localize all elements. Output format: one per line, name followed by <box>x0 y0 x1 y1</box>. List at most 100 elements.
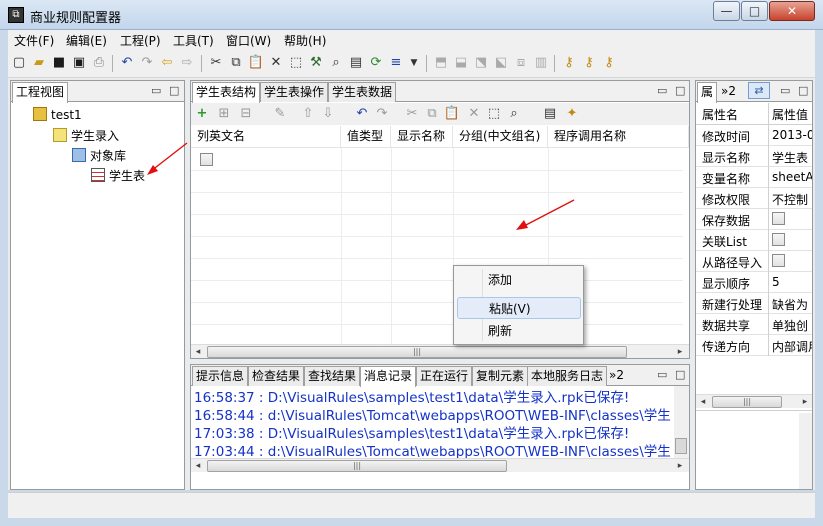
app-logo-icon[interactable]: ⧉ <box>8 7 24 23</box>
scroll-thumb[interactable] <box>675 438 687 454</box>
prop-row[interactable]: 关联List <box>696 230 812 251</box>
undo-icon[interactable]: ↶ <box>118 54 136 72</box>
tab-overflow[interactable]: »2 <box>606 366 627 386</box>
menu-edit[interactable]: 编辑(E) <box>66 32 107 49</box>
tab-copy-elements[interactable]: 复制元素 <box>472 366 529 386</box>
scroll-left-icon[interactable]: ◂ <box>696 395 710 409</box>
refresh-icon[interactable]: ⟳ <box>367 54 385 72</box>
open-icon[interactable]: ▰ <box>30 54 48 72</box>
menu-project[interactable]: 工程(P) <box>120 32 161 49</box>
move-up-icon[interactable]: ⇧ <box>299 105 317 123</box>
vertical-scrollbar[interactable] <box>799 413 812 489</box>
prop-checkbox[interactable] <box>772 233 785 246</box>
tab-find-results[interactable]: 查找结果 <box>304 366 361 386</box>
prop-checkbox[interactable] <box>772 212 785 225</box>
undo-icon[interactable]: ↶ <box>353 105 371 123</box>
scroll-right-icon[interactable]: ▸ <box>673 345 687 359</box>
copy-icon[interactable]: ⧉ <box>423 105 441 123</box>
column-header-name[interactable]: 列英文名 <box>191 126 341 148</box>
copy2-icon[interactable]: ⧈ <box>512 54 530 72</box>
save-icon[interactable]: ■ <box>50 54 68 72</box>
properties-icon[interactable]: ▤ <box>347 54 365 72</box>
tab-hints[interactable]: 提示信息 <box>192 366 249 386</box>
module-icon[interactable]: ⬒ <box>432 54 450 72</box>
prop-row[interactable]: 保存数据 <box>696 209 812 230</box>
tab-table-operations[interactable]: 学生表操作 <box>260 82 329 102</box>
prop-row[interactable]: 从路径导入 <box>696 251 812 272</box>
paste-icon[interactable]: 📋 <box>247 54 265 72</box>
copy-icon[interactable]: ⧉ <box>227 54 245 72</box>
tab-check-results[interactable]: 检查结果 <box>248 366 305 386</box>
context-menu-paste[interactable]: 粘贴(V) <box>457 297 581 319</box>
redo-icon[interactable]: ↷ <box>138 54 156 72</box>
column-header-display[interactable]: 显示名称 <box>391 126 453 148</box>
column-header-call[interactable]: 程序调用名称 <box>548 126 689 148</box>
vertical-scrollbar[interactable] <box>674 386 689 458</box>
prop-row[interactable]: 显示名称 学生表 <box>696 146 812 167</box>
menu-help[interactable]: 帮助(H) <box>284 32 326 49</box>
prop-row[interactable]: 变量名称 sheetA <box>696 167 812 188</box>
tab-project-view[interactable]: 工程视图 <box>12 82 69 103</box>
scroll-left-icon[interactable]: ◂ <box>191 459 205 473</box>
move-down-icon[interactable]: ⇩ <box>319 105 337 123</box>
run1-icon[interactable]: ⚷ <box>560 54 578 72</box>
prop-row[interactable]: 修改权限 不控制 <box>696 188 812 209</box>
panel-maximize-icon[interactable]: □ <box>798 84 808 97</box>
scroll-right-icon[interactable]: ▸ <box>798 395 812 409</box>
tree-node-table[interactable]: 学生表 <box>91 167 145 184</box>
forward-icon[interactable]: ⇨ <box>178 54 196 72</box>
run3-icon[interactable]: ⚷ <box>600 54 618 72</box>
tab-overflow[interactable]: »2 <box>718 82 739 102</box>
tree-node-folder[interactable]: 学生录入 <box>53 127 119 144</box>
run2-icon[interactable]: ⚷ <box>580 54 598 72</box>
paste-icon[interactable]: 📋 <box>443 105 461 123</box>
delete-icon[interactable]: ✕ <box>267 54 285 72</box>
context-menu-refresh[interactable]: 刷新 <box>457 320 581 342</box>
prop-row[interactable]: 修改时间 2013-0 <box>696 125 812 146</box>
tree-node-object-lib[interactable]: 对象库 <box>72 147 126 164</box>
column-header-group[interactable]: 分组(中文组名) <box>453 126 548 148</box>
row-select-checkbox[interactable] <box>200 153 213 166</box>
tab-table-data[interactable]: 学生表数据 <box>328 82 397 102</box>
panel-maximize-icon[interactable]: □ <box>169 84 179 97</box>
delete-icon[interactable]: ✕ <box>465 105 483 123</box>
module2-icon[interactable]: ⬓ <box>452 54 470 72</box>
column-header-type[interactable]: 值类型 <box>341 126 391 148</box>
horizontal-scrollbar[interactable]: ◂ ||| ▸ <box>191 458 689 472</box>
cut-icon[interactable]: ✂ <box>403 105 421 123</box>
redo-icon[interactable]: ↷ <box>373 105 391 123</box>
horizontal-scrollbar[interactable]: ◂ ||| ▸ <box>191 344 689 358</box>
delete-row-icon[interactable]: ⊟ <box>237 105 255 123</box>
find-icon[interactable]: ⌕ <box>327 54 345 72</box>
back-icon[interactable]: ⇦ <box>158 54 176 72</box>
prop-checkbox[interactable] <box>772 254 785 267</box>
scroll-left-icon[interactable]: ◂ <box>191 345 205 359</box>
cut-icon[interactable]: ✂ <box>207 54 225 72</box>
insert-row-icon[interactable]: ⊞ <box>215 105 233 123</box>
panel-minimize-icon[interactable]: ▭ <box>657 368 667 381</box>
context-menu-add[interactable]: 添加 <box>457 269 581 291</box>
wand-icon[interactable]: ⚒ <box>307 54 325 72</box>
select-icon[interactable]: ⬚ <box>287 54 305 72</box>
panel-minimize-icon[interactable]: ▭ <box>657 84 667 97</box>
tab-table-structure[interactable]: 学生表结构 <box>192 82 261 103</box>
import-icon[interactable]: ▤ <box>541 105 559 123</box>
new-column-icon[interactable]: ✦ <box>563 105 581 123</box>
print-icon[interactable]: ⎙ <box>90 54 108 72</box>
find-icon[interactable]: ⌕ <box>505 105 523 123</box>
panel-maximize-icon[interactable]: □ <box>675 84 685 97</box>
close-button[interactable]: ✕ <box>769 1 815 21</box>
new-icon[interactable]: ▢ <box>10 54 28 72</box>
library-icon[interactable]: ▥ <box>532 54 550 72</box>
scroll-thumb[interactable]: ||| <box>712 396 782 408</box>
select-icon[interactable]: ⬚ <box>485 105 503 123</box>
menu-file[interactable]: 文件(F) <box>14 32 54 49</box>
prop-row[interactable]: 数据共享 单独创 <box>696 314 812 335</box>
indent-icon[interactable]: ≡ <box>387 54 405 72</box>
prop-row[interactable]: 传递方向 内部调用 <box>696 335 812 356</box>
sort-icon[interactable]: ⇄ <box>748 82 770 99</box>
tab-running[interactable]: 正在运行 <box>416 366 473 386</box>
scroll-right-icon[interactable]: ▸ <box>673 459 687 473</box>
panel-maximize-icon[interactable]: □ <box>675 368 685 381</box>
tab-properties[interactable]: 属 <box>697 82 718 103</box>
